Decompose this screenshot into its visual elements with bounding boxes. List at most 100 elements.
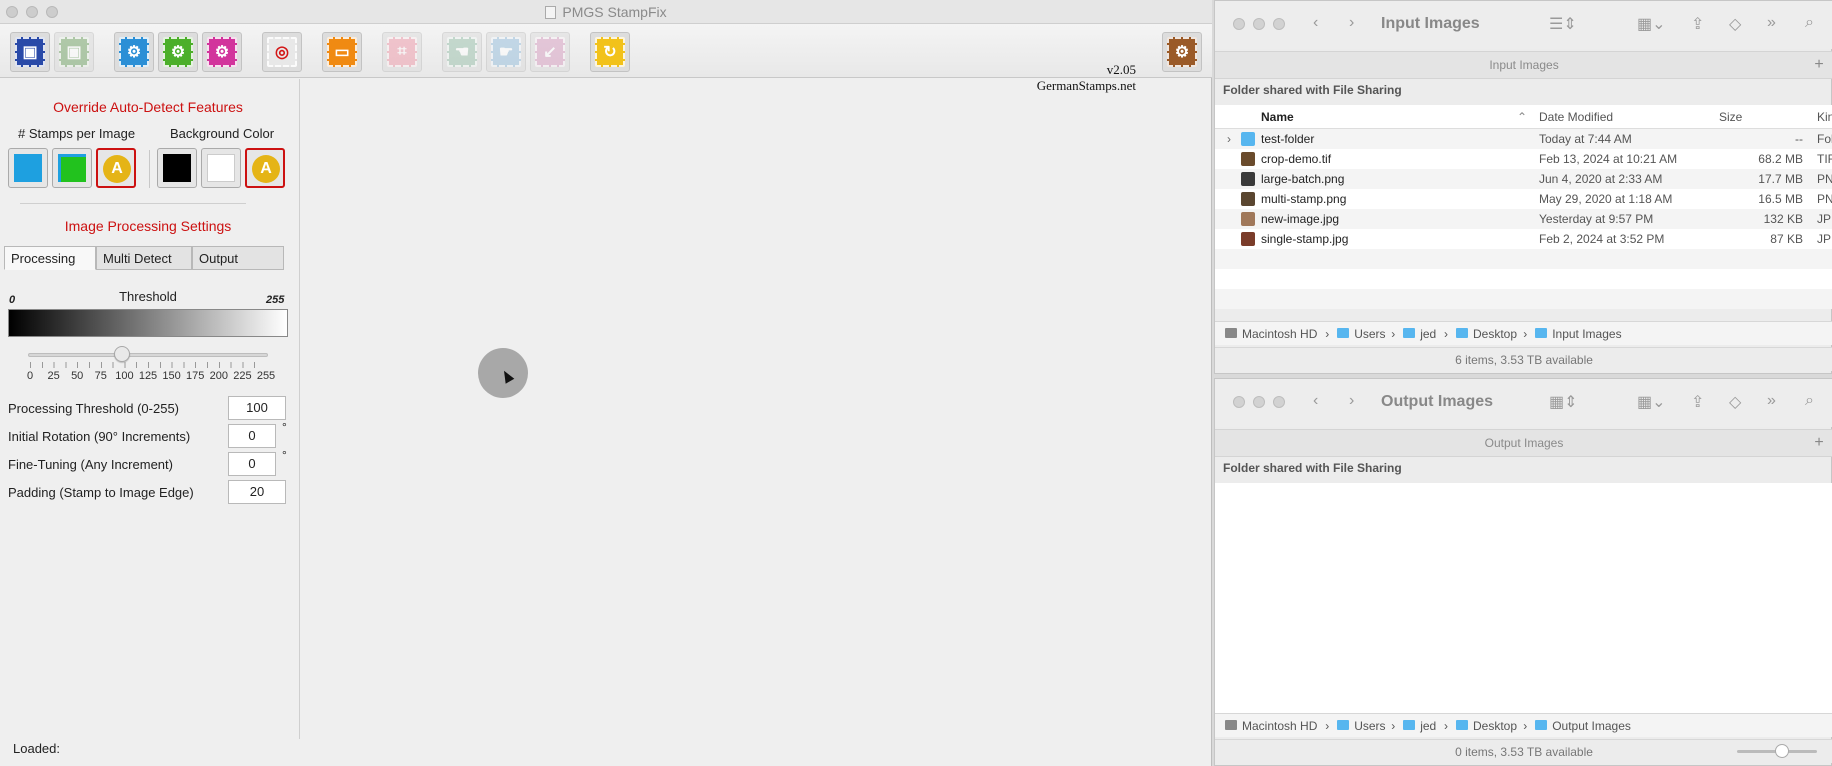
multi-stamp-icon [58,154,86,182]
table-row[interactable]: multi-stamp.png May 29, 2020 at 1:18 AM 16… [1215,189,1832,209]
save-disabled-button[interactable]: ▣ [54,32,94,72]
minimize-window-button[interactable] [1253,396,1265,408]
table-row[interactable]: › test-folder Today at 7:44 AM -- Fol [1215,129,1832,149]
black-background-button[interactable] [157,148,197,188]
setting-input[interactable]: 20 [228,480,286,504]
table-row[interactable]: new-image.jpg Yesterday at 9:57 PM 132 KB J… [1215,209,1832,229]
more-icon[interactable]: » [1767,392,1776,410]
cursor-highlight [478,348,528,398]
tick-label: 25 [47,370,60,382]
table-row[interactable]: large-batch.png Jun 4, 2020 at 2:33 AM 17.… [1215,169,1832,189]
auto-background-button[interactable]: A [245,148,285,188]
list-view-icon[interactable]: ☰⇕ [1549,14,1577,34]
path-chevron-icon: › [1325,719,1330,733]
threshold-gradient [8,309,288,337]
path-chevron-icon: › [1444,327,1448,341]
target-button[interactable]: ◎ [262,32,302,72]
search-icon[interactable]: ⌕ [1805,392,1814,410]
path-segment[interactable]: Desktop [1473,327,1517,341]
forward-icon[interactable]: › [1349,392,1354,410]
share-icon[interactable]: ⇪ [1691,392,1704,412]
threshold-slider[interactable] [28,353,268,357]
finder-toolbar: ‹ › Output Images ▦⇕ ▦⌄ ⇪ ◇ » ⌕ [1215,379,1832,427]
finder-tab[interactable]: Input Images [1489,58,1558,72]
back-icon[interactable]: ‹ [1313,14,1318,32]
path-segment[interactable]: Users [1354,327,1385,341]
gear-button[interactable]: ⚙ [1162,32,1202,72]
auto-stamps-button[interactable]: A [96,148,136,188]
hand-click-button[interactable]: ☛ [486,32,526,72]
arrow-button[interactable]: ↙ [530,32,570,72]
save-button[interactable]: ▣ [10,32,50,72]
finder-tab[interactable]: Output Images [1485,436,1564,450]
cell-name: test-folder [1261,132,1315,146]
cursor-arrow-icon [499,368,515,384]
disclosure-chevron-icon[interactable]: › [1227,132,1231,146]
white-background-button[interactable] [201,148,241,188]
path-segment[interactable]: Input Images [1552,327,1621,341]
tick-label: 0 [26,370,34,382]
forward-icon[interactable]: › [1349,14,1354,32]
zoom-window-button[interactable] [1273,18,1285,30]
refresh-button[interactable]: ↻ [590,32,630,72]
path-segment[interactable]: Macintosh HD [1242,719,1317,733]
setting-input[interactable]: 0 [228,452,276,476]
column-date[interactable]: Date Modified [1539,110,1613,124]
path-segment[interactable]: Macintosh HD [1242,327,1317,341]
zoom-window-button[interactable] [1273,396,1285,408]
tab-processing[interactable]: Processing [4,246,96,270]
minimize-window-button[interactable] [1253,18,1265,30]
threshold-slider-knob[interactable] [114,346,131,362]
new-tab-icon[interactable]: + [1809,434,1829,454]
disk-icon [1225,720,1237,730]
column-kind[interactable]: Kin [1817,110,1832,124]
threshold-label: Threshold [119,289,177,304]
path-segment[interactable]: jed [1420,719,1436,733]
search-icon[interactable]: ⌕ [1805,14,1814,32]
settings-pink-button[interactable]: ⚙ [202,32,242,72]
single-stamp-icon [14,154,42,182]
stamps-per-image-label: # Stamps per Image [18,126,136,141]
version-info: v2.05 GermanStamps.net [1037,62,1136,94]
table-row[interactable]: single-stamp.jpg Feb 2, 2024 at 3:52 PM 87… [1215,229,1832,249]
hand-pointer-button[interactable]: ☚ [442,32,482,72]
close-window-button[interactable] [1233,396,1245,408]
settings-green-button[interactable]: ⚙ [158,32,198,72]
empty-file-area[interactable] [1215,483,1832,713]
path-segment[interactable]: Desktop [1473,719,1517,733]
path-segment[interactable]: Users [1354,719,1385,733]
auto-detect-icon: A [103,155,131,183]
icon-view-icon[interactable]: ▦⇕ [1549,392,1578,412]
more-icon[interactable]: » [1767,14,1776,32]
path-segment[interactable]: Output Images [1552,719,1631,733]
tag-icon[interactable]: ◇ [1729,14,1741,34]
table-row[interactable]: crop-demo.tif Feb 13, 2024 at 10:21 AM 68.… [1215,149,1832,169]
path-segment[interactable]: jed [1420,327,1436,341]
cell-date: Jun 4, 2020 at 2:33 AM [1539,172,1663,186]
setting-input[interactable]: 0 [228,424,276,448]
settings-blue-button[interactable]: ⚙ [114,32,154,72]
tag-icon[interactable]: ◇ [1729,392,1741,412]
tab-output[interactable]: Output [192,246,284,270]
setting-input[interactable]: 100 [228,396,286,420]
share-icon[interactable]: ⇪ [1691,14,1704,34]
back-icon[interactable]: ‹ [1313,392,1318,410]
column-size[interactable]: Size [1719,110,1742,124]
icon-size-slider-knob[interactable] [1775,744,1789,758]
column-name[interactable]: Name [1261,110,1294,124]
empty-row [1215,249,1832,269]
tab-multi-detect[interactable]: Multi Detect [96,246,192,270]
cell-date: Today at 7:44 AM [1539,132,1632,146]
display-button[interactable]: ▭ [322,32,362,72]
close-window-button[interactable] [1233,18,1245,30]
cell-name: multi-stamp.png [1261,192,1347,206]
new-tab-icon[interactable]: + [1809,56,1829,76]
multi-stamp-button[interactable] [52,148,92,188]
crop-button[interactable]: ⌗ [382,32,422,72]
cell-date: Yesterday at 9:57 PM [1539,212,1654,226]
tick-label: 100 [115,370,134,382]
group-icon[interactable]: ▦⌄ [1637,14,1666,34]
path-chevron-icon: › [1523,327,1528,341]
group-icon[interactable]: ▦⌄ [1637,392,1666,412]
single-stamp-button[interactable] [8,148,48,188]
